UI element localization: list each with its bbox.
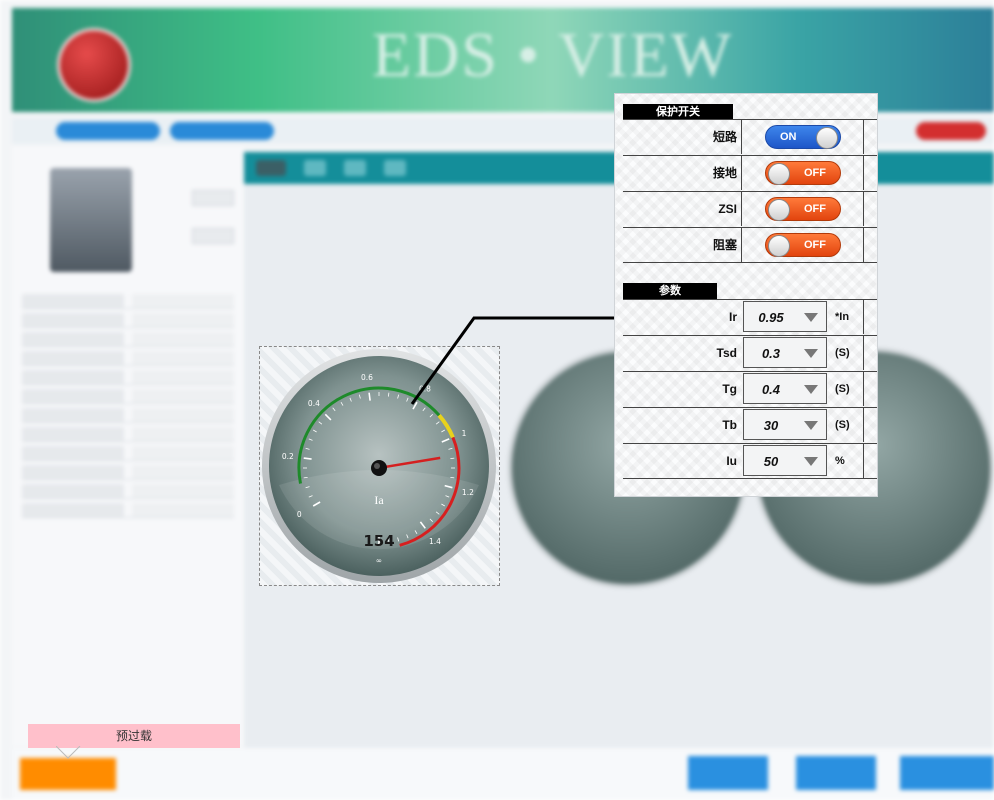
toggle-state: OFF xyxy=(804,203,826,215)
tab-3[interactable] xyxy=(344,160,366,176)
short-circuit-toggle[interactable]: ON xyxy=(765,125,841,149)
gauge-tick xyxy=(388,392,390,397)
toggle-state: OFF xyxy=(804,167,826,179)
gauge-hub-highlight xyxy=(374,463,380,469)
dropdown-arrow-icon xyxy=(804,421,818,430)
param-row: Ir 0.95 *In xyxy=(623,299,877,334)
info-field-2 xyxy=(192,228,234,244)
gauge-tick xyxy=(450,477,455,479)
gauge-tick xyxy=(303,477,308,479)
toggle-knob xyxy=(768,199,790,221)
pre-overload-warning: 预过载 xyxy=(28,724,240,748)
gauge-tick xyxy=(303,457,312,460)
tab-4[interactable] xyxy=(384,160,406,176)
dropdown-arrow-icon xyxy=(804,349,818,358)
select-value: 30 xyxy=(763,418,779,433)
select-value: 0.4 xyxy=(761,382,781,397)
tab-2[interactable] xyxy=(304,160,326,176)
zsi-toggle[interactable]: OFF xyxy=(765,197,841,221)
toggle-state: OFF xyxy=(804,239,826,251)
gauge-tick-label: 0.6 xyxy=(361,373,373,382)
param-label: Iu xyxy=(726,454,737,468)
param-unit: (S) xyxy=(835,383,850,395)
banner-title: EDS • VIEW xyxy=(372,19,734,90)
protection-section-title: 保护开关 xyxy=(623,104,733,120)
device-info-panel xyxy=(12,146,244,746)
gauge-value: 154 xyxy=(363,532,394,550)
gauge-label: Ia xyxy=(374,493,384,507)
tg-select[interactable]: 0.4 xyxy=(743,373,827,404)
param-unit: (S) xyxy=(835,347,850,359)
switch-row: ZSI OFF xyxy=(623,191,877,226)
param-row: Tsd 0.3 (S) xyxy=(623,335,877,370)
settings-popup: 保护开关 短路 ON 接地 OFF ZSI OFF 阻塞 OFF 参数 Ir 0… xyxy=(615,94,877,496)
gauge-tick-label: 1.2 xyxy=(462,488,474,497)
toggle-knob xyxy=(768,235,790,257)
switch-label: 阻塞 xyxy=(712,238,737,252)
bottom-button-1[interactable] xyxy=(688,756,768,790)
toolbar-button-1[interactable] xyxy=(56,122,160,140)
dropdown-arrow-icon xyxy=(804,313,818,322)
gauge-tick xyxy=(450,457,455,459)
param-row: Tg 0.4 (S) xyxy=(623,371,877,406)
blocking-toggle[interactable]: OFF xyxy=(765,233,841,257)
toggle-knob xyxy=(768,163,790,185)
select-value: 0.95 xyxy=(758,310,784,325)
gauge-tick-label: 0.8 xyxy=(419,384,431,393)
switch-label: 接地 xyxy=(712,166,737,180)
switch-label: 短路 xyxy=(712,130,737,144)
switch-label: ZSI xyxy=(718,202,737,216)
param-unit: *In xyxy=(835,311,850,323)
param-label: Tg xyxy=(722,382,737,396)
current-gauge-card: 0 0.2 0.4 0.6 0.8 1 1.2 1.4 ∞ Ia 154 xyxy=(259,346,500,586)
ground-fault-toggle[interactable]: OFF xyxy=(765,161,841,185)
company-logo xyxy=(57,28,131,102)
select-value: 50 xyxy=(763,454,779,469)
gauge-tick-label: 1 xyxy=(462,429,467,438)
dropdown-arrow-icon xyxy=(804,457,818,466)
toolbar-button-2[interactable] xyxy=(170,122,274,140)
gauge-tick-label: 0 xyxy=(297,510,302,519)
gauge-tick xyxy=(368,392,371,401)
bottom-button-2[interactable] xyxy=(796,756,876,790)
param-row: Iu 50 % xyxy=(623,443,877,479)
gauge-tick-label: 0.4 xyxy=(308,399,320,408)
param-label: Ir xyxy=(728,310,737,324)
bottom-bar xyxy=(12,748,994,800)
switch-row: 短路 ON xyxy=(623,119,877,154)
select-value: 0.3 xyxy=(761,346,781,361)
alarm-button[interactable] xyxy=(916,122,986,140)
params-section-title: 参数 xyxy=(623,283,717,299)
param-label: Tb xyxy=(722,418,737,432)
tb-select[interactable]: 30 xyxy=(743,409,827,440)
param-unit: (S) xyxy=(835,419,850,431)
ir-select[interactable]: 0.95 xyxy=(743,301,827,332)
bottom-button-3[interactable] xyxy=(900,756,994,790)
breaker-image xyxy=(50,168,132,272)
gauge-tick-label: 0.2 xyxy=(282,452,294,461)
tsd-select[interactable]: 0.3 xyxy=(743,337,827,368)
info-table xyxy=(12,290,244,522)
param-unit: % xyxy=(835,455,845,467)
orange-action-button[interactable] xyxy=(20,758,116,790)
gauge-tick-label: 1.4 xyxy=(429,537,441,546)
info-field-1 xyxy=(192,190,234,206)
switch-row: 接地 OFF xyxy=(623,155,877,190)
warning-pointer xyxy=(56,746,81,759)
toggle-knob xyxy=(816,127,838,149)
param-label: Tsd xyxy=(716,346,737,360)
param-row: Tb 30 (S) xyxy=(623,407,877,442)
dropdown-arrow-icon xyxy=(804,385,818,394)
tab-1[interactable] xyxy=(256,160,286,176)
iu-select[interactable]: 50 xyxy=(743,445,827,476)
switch-row: 阻塞 OFF xyxy=(623,227,877,263)
gauge-tick-label: ∞ xyxy=(376,556,382,565)
current-gauge: 0 0.2 0.4 0.6 0.8 1 1.2 1.4 ∞ Ia 154 xyxy=(262,349,496,583)
toggle-state: ON xyxy=(780,131,797,143)
